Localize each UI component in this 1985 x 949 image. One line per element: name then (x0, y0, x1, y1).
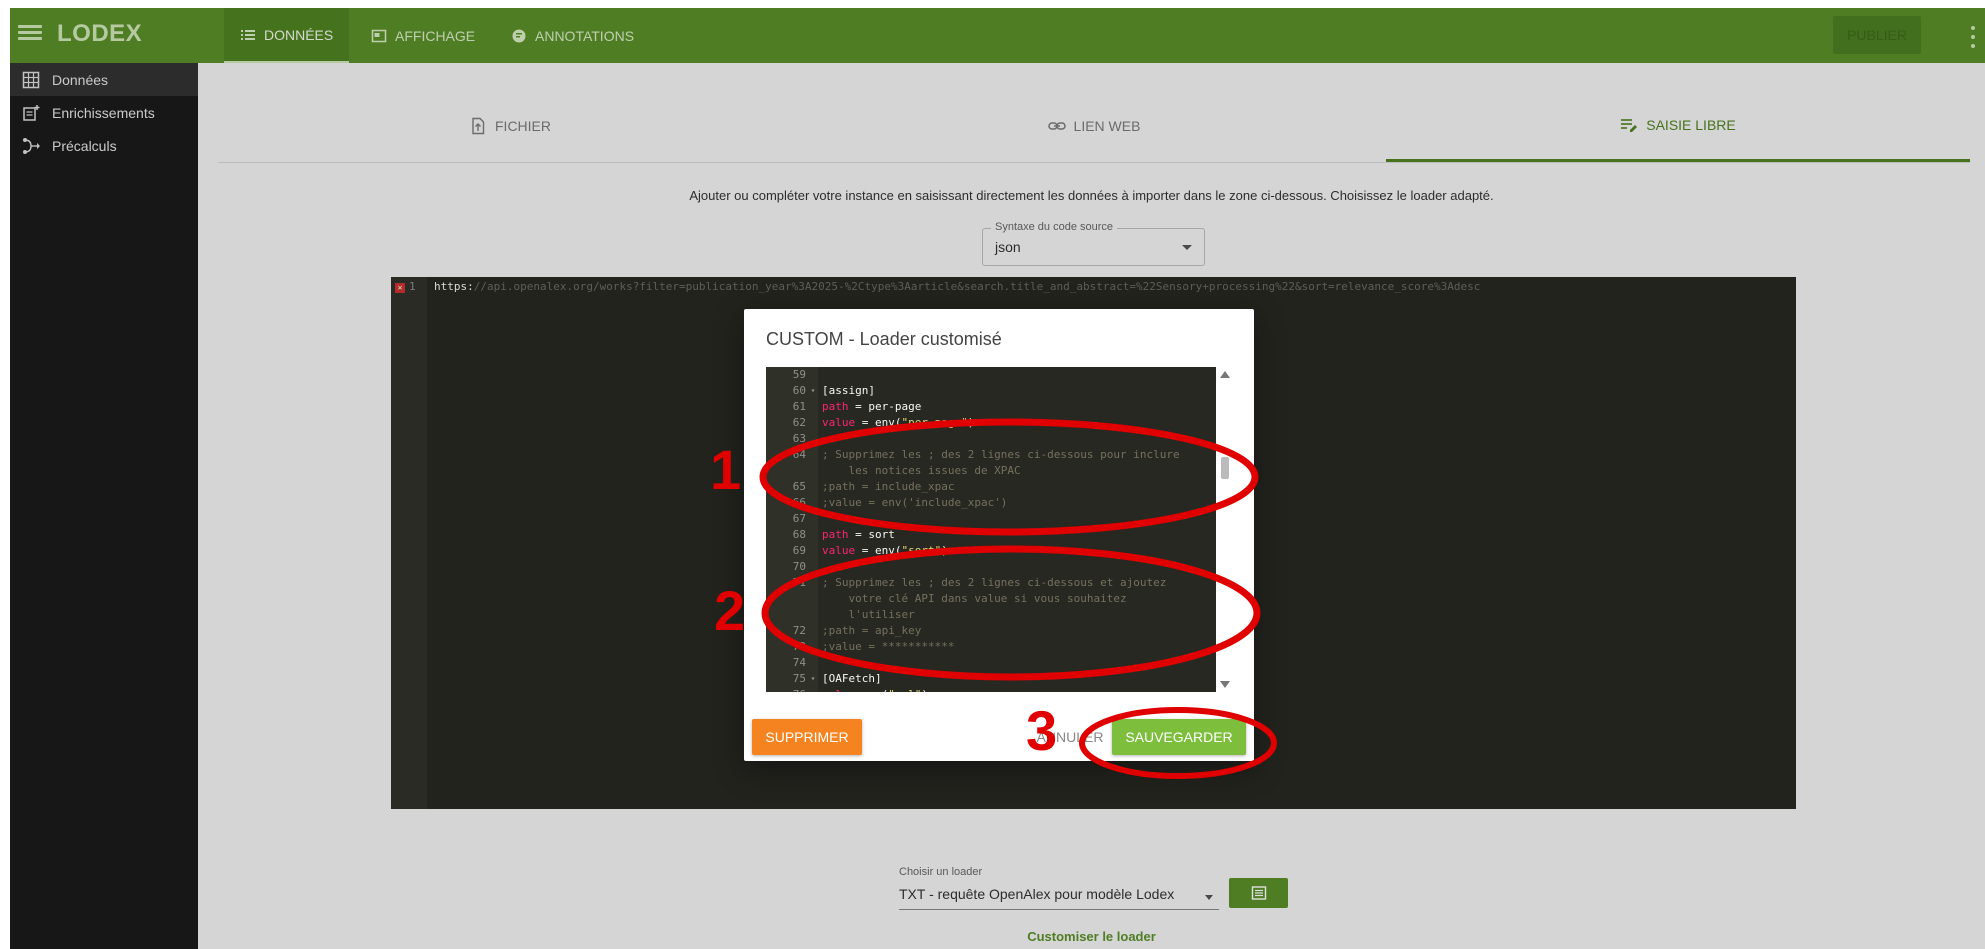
fold-arrow-icon (808, 527, 818, 543)
screen-edge (0, 0, 10, 949)
fold-arrow-icon (808, 511, 818, 527)
fold-arrow-icon (808, 623, 818, 639)
code-line: 71 ; Supprimez les ; des 2 lignes ci-dess… (766, 575, 1216, 591)
line-number: 60 (792, 384, 806, 397)
line-number: 59 (792, 368, 806, 381)
fold-arrow-icon (808, 687, 818, 692)
fold-arrow-icon (808, 607, 818, 623)
line-number: 66 (792, 496, 806, 509)
fold-arrow-icon[interactable]: ▾ (808, 383, 818, 399)
code-line: 68 path = sort (766, 527, 1216, 543)
code-text: les notices issues de XPAC (822, 464, 1021, 477)
line-number: 64 (792, 448, 806, 461)
delete-button[interactable]: SUPPRIMER (752, 719, 862, 755)
code-text: [OAFetch] (822, 672, 882, 685)
code-text: ; Supprimez les ; des 2 lignes ci-dessou… (822, 576, 1167, 589)
code-line: 61 path = per-page (766, 399, 1216, 415)
code-line: 76 url = env("url") (766, 687, 1216, 692)
code-line: 60 ▾ [assign] (766, 383, 1216, 399)
annotation-number-1: 1 (710, 438, 742, 501)
code-line: les notices issues de XPAC (766, 463, 1216, 479)
fold-arrow-icon (808, 463, 818, 479)
fold-arrow-icon (808, 367, 818, 383)
code-text: ; Supprimez les ; des 2 lignes ci-dessou… (822, 448, 1180, 461)
line-number: 63 (792, 432, 806, 445)
code-text: votre clé API dans value si vous souhait… (822, 592, 1127, 605)
annotation-number-2: 2 (714, 579, 746, 642)
code-line: 73 ;value = *********** (766, 639, 1216, 655)
line-number: 69 (792, 544, 806, 557)
line-number (766, 591, 808, 607)
line-number: 70 (792, 560, 806, 573)
code-line: 70 (766, 559, 1216, 575)
code-line: 62 value = env("per-page") (766, 415, 1216, 431)
code-line: 64 ; Supprimez les ; des 2 lignes ci-dess… (766, 447, 1216, 463)
code-line: 75 ▾ [OAFetch] (766, 671, 1216, 687)
fold-arrow-icon (808, 591, 818, 607)
line-number: 61 (792, 400, 806, 413)
dialog-title: CUSTOM - Loader customisé (766, 329, 1002, 349)
code-text: path = sort (822, 528, 895, 541)
code-line: l'utiliser (766, 607, 1216, 623)
code-line: 66 ;value = env('include_xpac') (766, 495, 1216, 511)
code-line: 65 ;path = include_xpac (766, 479, 1216, 495)
line-number: 62 (792, 416, 806, 429)
code-text: ;value = *********** (822, 640, 955, 653)
code-line: votre clé API dans value si vous souhait… (766, 591, 1216, 607)
fold-arrow-icon (808, 415, 818, 431)
fold-arrow-icon (808, 559, 818, 575)
scroll-up-arrow-icon[interactable] (1220, 371, 1230, 378)
editor-scrollbar[interactable] (1216, 367, 1234, 692)
code-text: value = env("per-page") (822, 416, 975, 429)
code-text: url = env("url") (818, 687, 928, 692)
line-number: 68 (792, 528, 806, 541)
line-number: 74 (792, 656, 806, 669)
code-text: ;path = include_xpac (822, 480, 955, 493)
save-button[interactable]: SAUVEGARDER (1112, 719, 1246, 755)
line-number: 71 (792, 576, 806, 589)
fold-arrow-icon (808, 447, 818, 463)
fold-arrow-icon (808, 575, 818, 591)
line-number (766, 463, 808, 479)
code-line: 67 (766, 511, 1216, 527)
scrollbar-thumb[interactable] (1221, 457, 1229, 479)
code-line: 72 ;path = api_key (766, 623, 1216, 639)
fold-arrow-icon (808, 495, 818, 511)
fold-arrow-icon[interactable]: ▾ (808, 671, 818, 687)
code-text: l'utiliser (822, 608, 915, 621)
line-number (766, 607, 808, 623)
code-line: 74 (766, 655, 1216, 671)
code-line: 59 (766, 367, 1216, 383)
fold-arrow-icon (808, 479, 818, 495)
fold-arrow-icon (808, 431, 818, 447)
code-text: ;path = api_key (822, 624, 922, 637)
code-line: 69 value = env("sort") (766, 543, 1216, 559)
code-lines: 59 60 ▾ [assign] 61 path = per-page 62 value = … (766, 367, 1216, 692)
line-number: 65 (792, 480, 806, 493)
scroll-down-arrow-icon[interactable] (1220, 681, 1230, 688)
fold-arrow-icon (808, 655, 818, 671)
loader-code-editor[interactable]: 59 60 ▾ [assign] 61 path = per-page 62 value = … (766, 367, 1216, 692)
fold-arrow-icon (808, 543, 818, 559)
line-number: 75 (792, 672, 806, 685)
code-text: path = per-page (822, 400, 922, 413)
line-number: 76 (766, 687, 808, 692)
line-number: 73 (792, 640, 806, 653)
fold-arrow-icon (808, 399, 818, 415)
code-text: [assign] (822, 384, 875, 397)
code-text: value = env("sort") (822, 544, 948, 557)
code-line: 63 (766, 431, 1216, 447)
line-number: 67 (792, 512, 806, 525)
custom-loader-dialog: CUSTOM - Loader customisé 59 60 ▾ [assign] 6… (744, 309, 1254, 761)
annotation-number-3: 3 (1026, 699, 1058, 762)
line-number: 72 (792, 624, 806, 637)
fold-arrow-icon (808, 639, 818, 655)
code-text: ;value = env('include_xpac') (822, 496, 1008, 509)
